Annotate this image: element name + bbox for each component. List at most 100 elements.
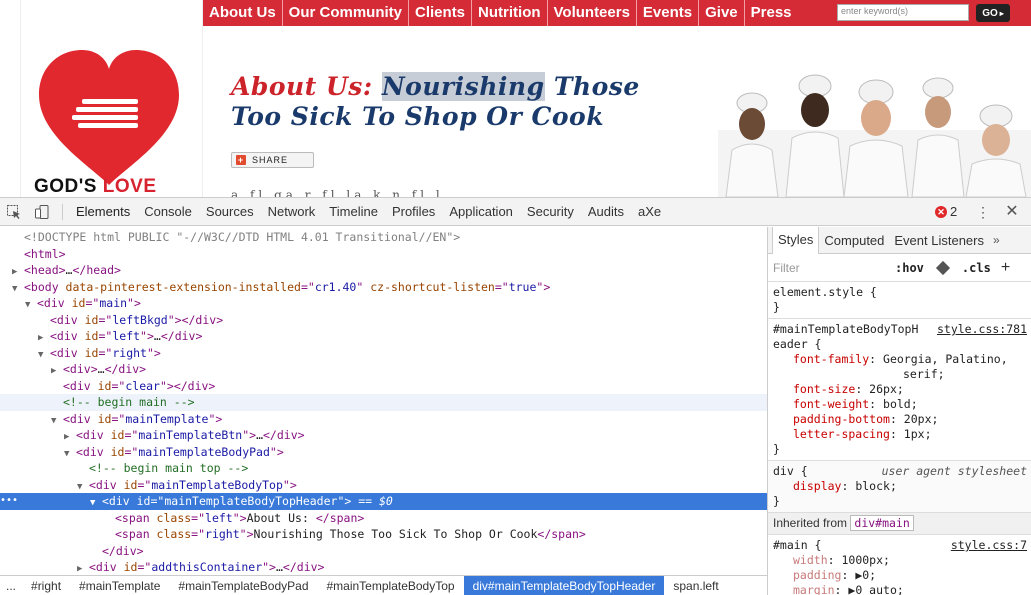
- dom-node[interactable]: <!-- begin main -->: [0, 394, 767, 411]
- tab-computed[interactable]: Computed: [819, 227, 889, 254]
- tab-sources[interactable]: Sources: [199, 198, 261, 226]
- heart-logo-icon[interactable]: [34, 45, 184, 195]
- dom-node[interactable]: <div id="leftBkgd"></div>: [0, 312, 767, 329]
- chefs-group-photo: [718, 74, 1031, 197]
- logo-wordmark: GOD'S LOVE: [34, 176, 157, 197]
- rule-close: }: [773, 494, 780, 508]
- error-counter[interactable]: ✕ 2: [935, 204, 957, 219]
- main-navigation: About Us Our Community Clients Nutrition…: [203, 0, 1031, 26]
- class-toggle[interactable]: .cls: [956, 261, 997, 275]
- nav-nutrition[interactable]: Nutrition: [472, 0, 548, 26]
- main-style-rule[interactable]: style.css:7 #main { width: 1000px; paddin…: [768, 535, 1031, 595]
- nav-our-community[interactable]: Our Community: [283, 0, 410, 26]
- css-declaration[interactable]: serif;: [773, 367, 1026, 382]
- element-style-rule[interactable]: element.style { }: [768, 282, 1031, 319]
- tab-styles[interactable]: Styles: [772, 227, 820, 254]
- intro-paragraph-clipped: a fl ga r fl la k n fl l: [231, 188, 444, 197]
- styles-filter-input[interactable]: Filter: [773, 261, 889, 275]
- share-button[interactable]: + SHARE: [231, 152, 314, 168]
- addthis-plus-icon: +: [236, 155, 246, 165]
- css-declaration[interactable]: margin: ▶0 auto;: [773, 583, 1026, 595]
- nav-give[interactable]: Give: [699, 0, 745, 26]
- expand-arrow-icon[interactable]: ▶: [77, 561, 89, 575]
- inspect-element-icon[interactable]: [0, 198, 28, 226]
- dom-node[interactable]: ▼ <div id="mainTemplateBodyTop">: [0, 477, 767, 494]
- error-count: 2: [950, 204, 958, 219]
- dom-node[interactable]: ▼ <div id="main">: [0, 295, 767, 312]
- arrow-right-icon: ▸: [999, 8, 1004, 18]
- element-classes-diamond-icon[interactable]: [935, 260, 950, 275]
- rule-source-link[interactable]: style.css:7: [951, 538, 1027, 553]
- css-declaration[interactable]: font-family: Georgia, Palatino,: [773, 352, 1026, 367]
- more-tabs-chevron-icon[interactable]: »: [989, 233, 1000, 247]
- breadcrumb-item[interactable]: #mainTemplateBodyPad: [169, 576, 317, 595]
- breadcrumb-item[interactable]: #right: [22, 576, 70, 595]
- tab-profiles[interactable]: Profiles: [385, 198, 442, 226]
- tab-audits[interactable]: Audits: [581, 198, 631, 226]
- tab-elements[interactable]: Elements: [69, 198, 137, 226]
- close-devtools-icon[interactable]: ✕: [1003, 202, 1021, 222]
- share-label: SHARE: [252, 155, 289, 165]
- nav-about-us[interactable]: About Us: [203, 0, 283, 26]
- headline-those: Those: [553, 72, 640, 101]
- dom-node[interactable]: <!DOCTYPE html PUBLIC "-//W3C//DTD HTML …: [0, 229, 767, 246]
- css-declaration[interactable]: display: block;: [773, 479, 1026, 494]
- go-button[interactable]: GO ▸: [976, 4, 1010, 22]
- tab-timeline[interactable]: Timeline: [322, 198, 385, 226]
- dom-node[interactable]: <!-- begin main top -->: [0, 460, 767, 477]
- breadcrumb-overflow[interactable]: ...: [0, 576, 22, 595]
- dom-node[interactable]: ▶ <div>…</div>: [0, 361, 767, 378]
- tab-event-listeners[interactable]: Event Listeners: [889, 227, 989, 254]
- dom-node-selected[interactable]: ••• ▼ <div id="mainTemplateBodyTopHeader">…: [0, 493, 767, 510]
- tab-network[interactable]: Network: [261, 198, 323, 226]
- dom-node[interactable]: <html>: [0, 246, 767, 263]
- tab-axe[interactable]: aXe: [631, 198, 668, 226]
- dom-node[interactable]: ▼ <div id="mainTemplateBodyPad">: [0, 444, 767, 461]
- site-search-input[interactable]: enter keyword(s): [837, 4, 969, 21]
- device-toolbar-icon[interactable]: [28, 198, 56, 226]
- breadcrumb-item[interactable]: #mainTemplateBodyTop: [318, 576, 464, 595]
- css-declaration[interactable]: font-size: 26px;: [773, 382, 1026, 397]
- dom-node[interactable]: <div id="clear"></div>: [0, 378, 767, 395]
- dom-node[interactable]: ▶ <head>…</head>: [0, 262, 767, 279]
- dom-node[interactable]: ▼ <div id="right">: [0, 345, 767, 362]
- tab-application[interactable]: Application: [442, 198, 520, 226]
- rule-source-link[interactable]: style.css:781: [937, 322, 1027, 337]
- devtools-panel: Elements Console Sources Network Timelin…: [0, 197, 1031, 595]
- dom-node[interactable]: ▼ <body data-pinterest-extension-installe…: [0, 279, 767, 296]
- css-declaration[interactable]: letter-spacing: 1px;: [773, 427, 1026, 442]
- dom-node[interactable]: ▶ <div id="mainTemplateBtn">…</div>: [0, 427, 767, 444]
- inherited-node-pill[interactable]: div#main: [850, 515, 914, 531]
- node-menu-dots-icon[interactable]: •••: [0, 493, 18, 510]
- header-style-rule[interactable]: style.css:781 #mainTemplateBodyTopH eade…: [768, 319, 1031, 461]
- dom-node[interactable]: <span class="left">About Us: </span>: [0, 510, 767, 527]
- go-button-label: GO: [982, 7, 998, 19]
- error-icon: ✕: [935, 205, 947, 218]
- breadcrumb-item[interactable]: span.left: [664, 576, 727, 595]
- css-declaration[interactable]: font-weight: bold;: [773, 397, 1026, 412]
- rule-properties: display: block;: [773, 479, 1026, 494]
- breadcrumb-item[interactable]: #mainTemplate: [70, 576, 169, 595]
- new-style-rule-icon[interactable]: +: [1001, 259, 1010, 277]
- rule-close: }: [773, 442, 780, 456]
- hover-state-toggle[interactable]: :hov: [889, 261, 930, 275]
- tab-security[interactable]: Security: [520, 198, 581, 226]
- rule-properties: width: 1000px; padding: ▶0; margin: ▶0 aut…: [773, 553, 1026, 595]
- dom-node[interactable]: <span class="right">Nourishing Those Too…: [0, 526, 767, 543]
- more-options-icon[interactable]: ⋮: [975, 203, 991, 221]
- dom-node[interactable]: ▶ <div id="addthisContainer">…</div>: [0, 559, 767, 575]
- css-declaration[interactable]: padding-bottom: 20px;: [773, 412, 1026, 427]
- css-declaration[interactable]: padding: ▶0;: [773, 568, 1026, 583]
- tab-console[interactable]: Console: [137, 198, 199, 226]
- nav-events[interactable]: Events: [637, 0, 700, 26]
- css-declaration[interactable]: width: 1000px;: [773, 553, 1026, 568]
- rule-properties: font-family: Georgia, Palatino, serif; fon…: [773, 352, 1026, 442]
- nav-press[interactable]: Press: [745, 0, 798, 26]
- nav-volunteers[interactable]: Volunteers: [548, 0, 637, 26]
- breadcrumb-item[interactable]: div#mainTemplateBodyTopHeader: [463, 576, 665, 595]
- dom-node[interactable]: ▶ <div id="left">…</div>: [0, 328, 767, 345]
- dom-node[interactable]: </div>: [0, 543, 767, 560]
- styles-sidebar: Styles Computed Event Listeners » Filter…: [767, 227, 1031, 595]
- dom-node[interactable]: ▼ <div id="mainTemplate">: [0, 411, 767, 428]
- nav-clients[interactable]: Clients: [409, 0, 473, 26]
